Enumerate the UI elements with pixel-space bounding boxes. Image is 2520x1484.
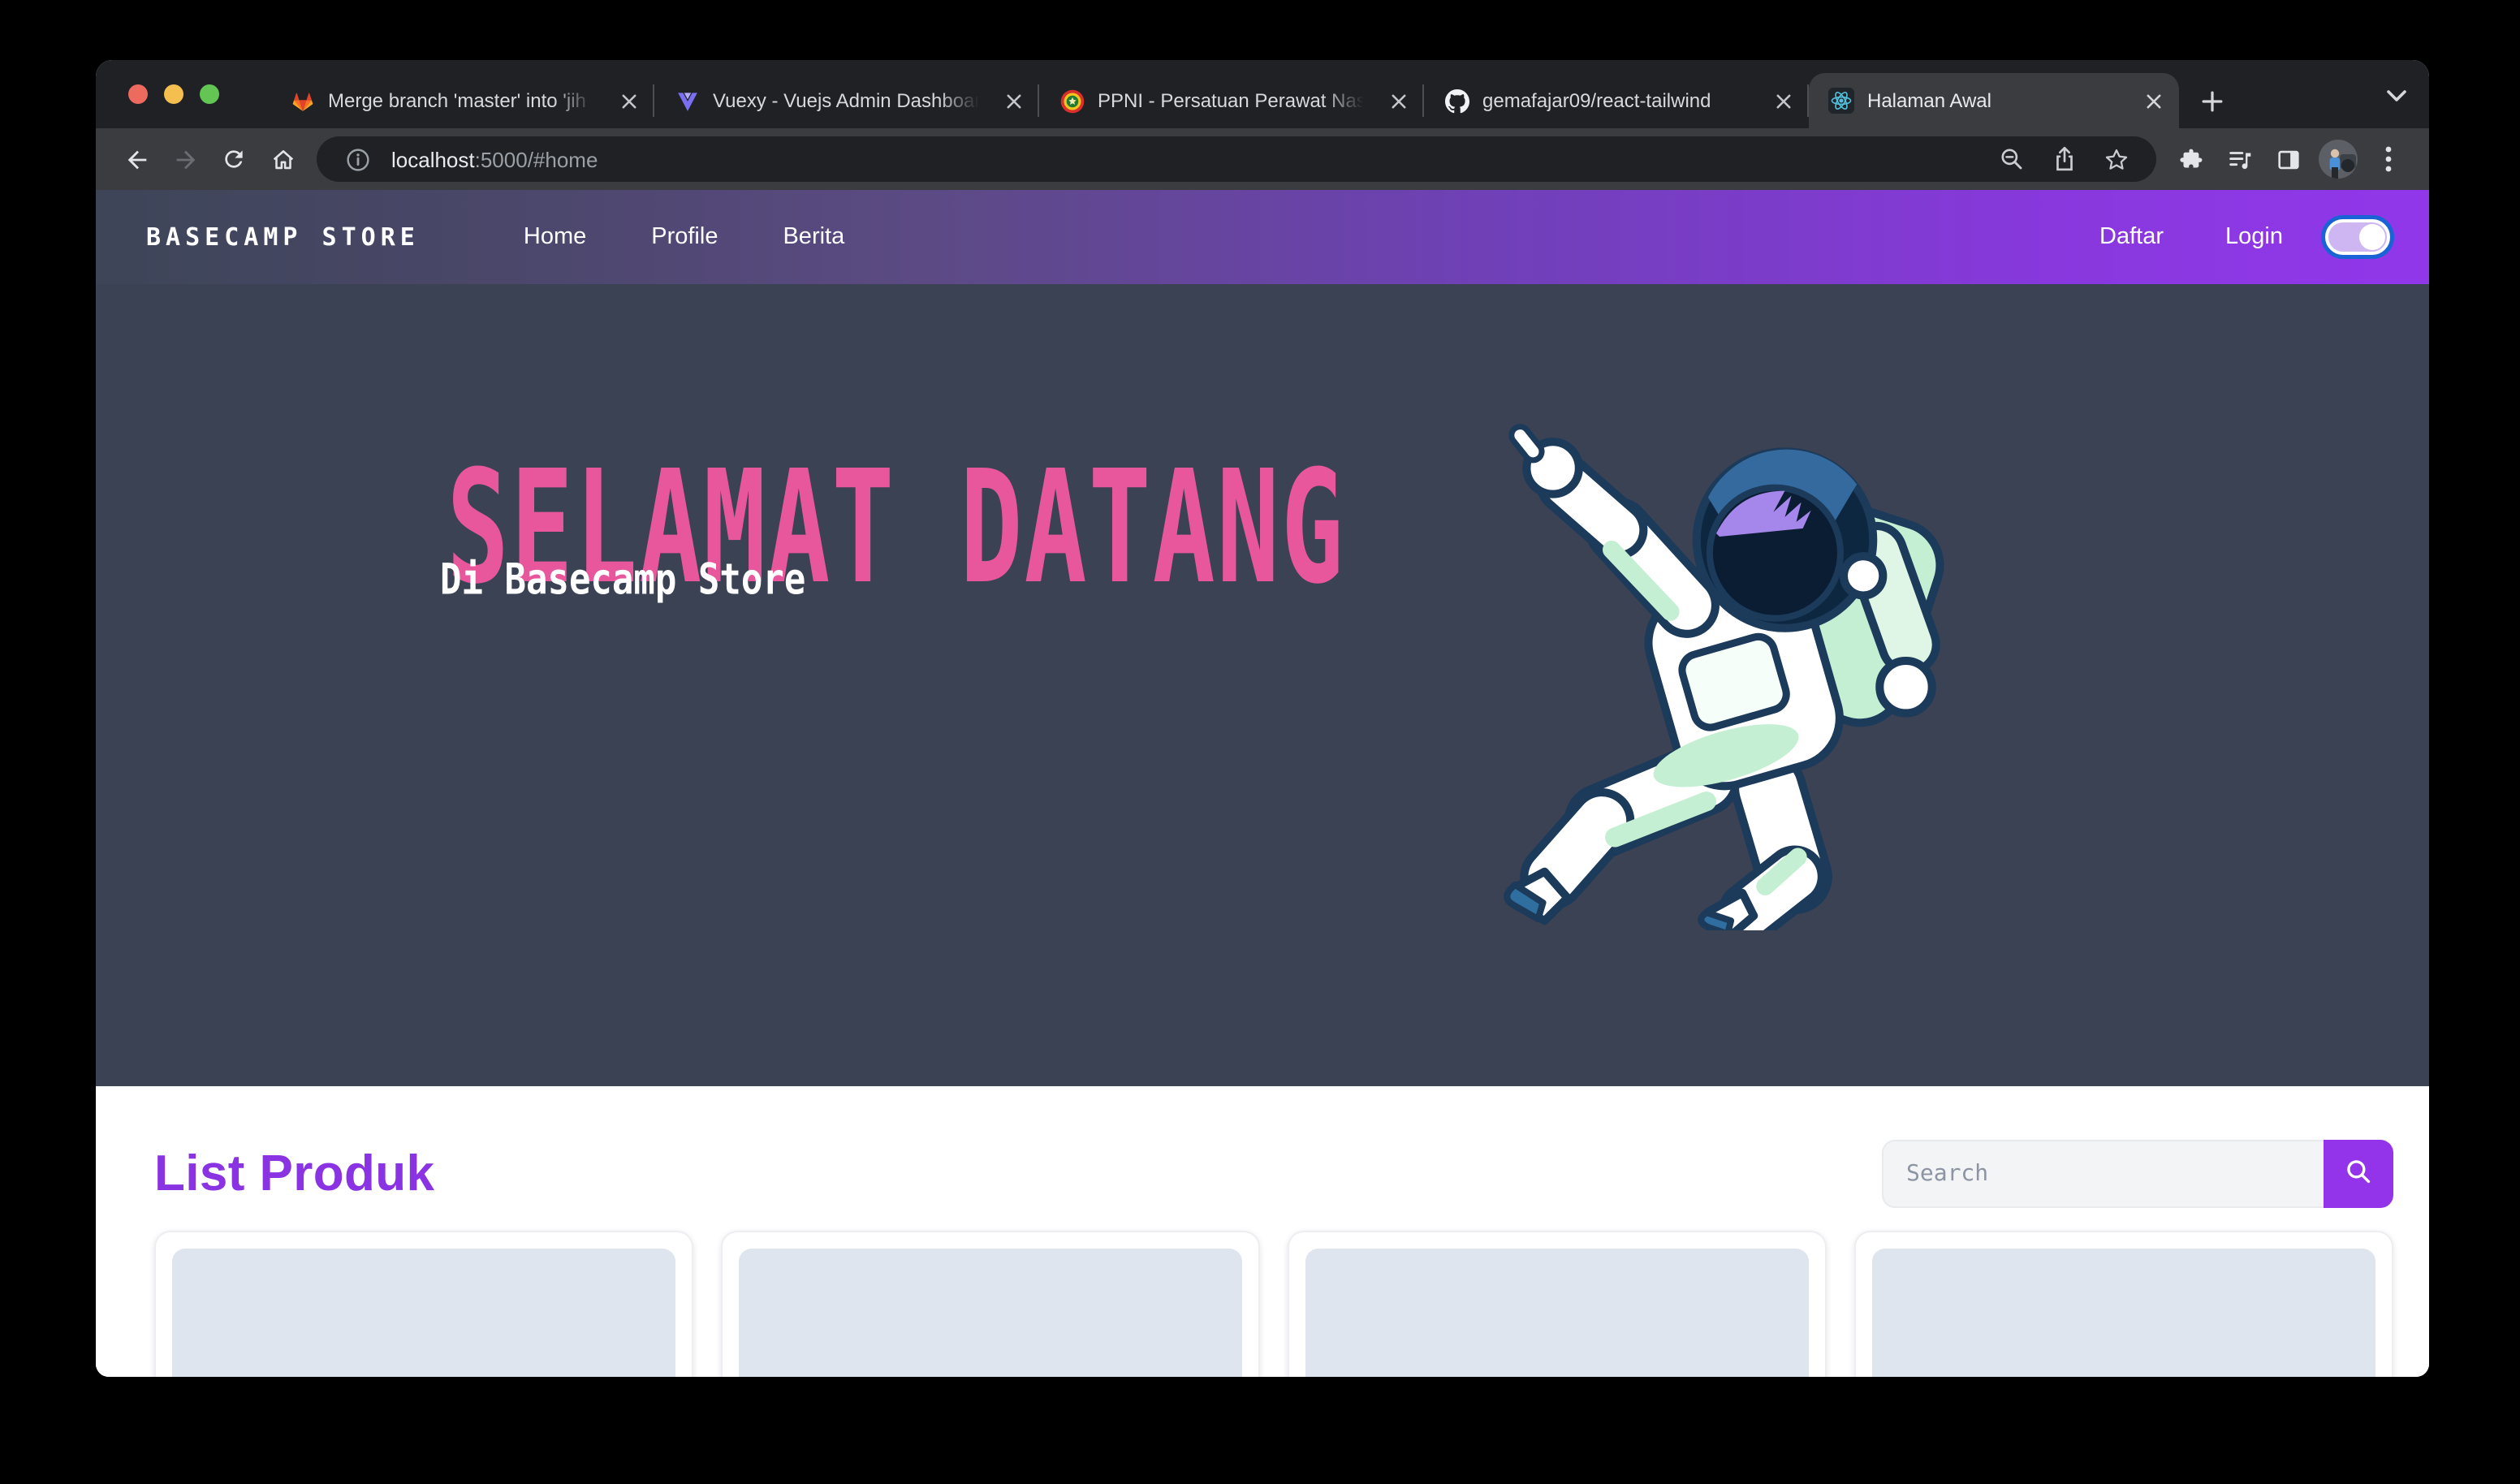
tab-title: Vuexy - Vuejs Admin Dashboard xyxy=(713,89,987,112)
zoom-window-button[interactable] xyxy=(200,84,219,104)
nav-link-daftar[interactable]: Daftar xyxy=(2099,224,2164,250)
ppni-icon xyxy=(1059,88,1085,114)
product-card-list xyxy=(154,1231,2393,1377)
url-bar[interactable]: localhost:5000/#home xyxy=(317,136,2156,182)
tab-close-icon[interactable] xyxy=(1770,88,1796,114)
screen: Merge branch 'master' into 'jih Vuexy - … xyxy=(0,0,2520,1484)
url-host: localhost xyxy=(391,147,475,171)
url-text: localhost:5000/#home xyxy=(391,147,598,171)
product-card[interactable] xyxy=(154,1231,693,1377)
product-image-placeholder xyxy=(1305,1249,1809,1377)
profile-avatar[interactable] xyxy=(2319,140,2358,179)
nav-link-login[interactable]: Login xyxy=(2225,224,2283,250)
nav-link-home[interactable]: Home xyxy=(524,224,586,250)
astronaut-illustration xyxy=(1478,388,1968,930)
share-icon[interactable] xyxy=(2046,141,2082,177)
gitlab-icon xyxy=(289,88,315,114)
github-icon xyxy=(1443,88,1469,114)
product-card[interactable] xyxy=(721,1231,1260,1377)
products-section: List Produk xyxy=(96,1086,2429,1377)
product-image-placeholder xyxy=(1872,1249,2375,1377)
menu-dots-icon[interactable] xyxy=(2364,135,2413,183)
tab-close-icon[interactable] xyxy=(2140,88,2166,114)
tab-close-icon[interactable] xyxy=(1385,88,1411,114)
home-icon[interactable] xyxy=(258,135,307,183)
search-button[interactable] xyxy=(2324,1140,2393,1208)
new-tab-plus-icon[interactable] xyxy=(2189,78,2234,123)
media-controls-icon[interactable] xyxy=(2215,135,2263,183)
tab-close-icon[interactable] xyxy=(615,88,641,114)
tab-strip: Merge branch 'master' into 'jih Vuexy - … xyxy=(96,60,2429,128)
search-box xyxy=(1882,1140,2393,1208)
product-image-placeholder xyxy=(739,1249,1242,1377)
tab-title: gemafajar09/react-tailwind xyxy=(1482,89,1757,112)
site-navbar: BASECAMP STORE Home Profile Berita Dafta… xyxy=(96,190,2429,284)
nav-link-berita[interactable]: Berita xyxy=(783,224,844,250)
minimize-window-button[interactable] xyxy=(164,84,183,104)
product-card[interactable] xyxy=(1288,1231,1827,1377)
reload-icon[interactable] xyxy=(209,135,258,183)
browser-toolbar: localhost:5000/#home xyxy=(96,128,2429,190)
close-window-button[interactable] xyxy=(128,84,148,104)
url-rest: :5000/#home xyxy=(475,147,598,171)
window-controls xyxy=(96,60,245,128)
hero-subtitle: Di Basecamp Store xyxy=(440,557,805,606)
tab-search-chevron-icon[interactable] xyxy=(2380,80,2413,112)
nav-actions: Daftar Login xyxy=(2099,224,2283,250)
back-icon[interactable] xyxy=(112,135,161,183)
product-card[interactable] xyxy=(1854,1231,2393,1377)
info-icon[interactable] xyxy=(339,141,375,177)
search-icon xyxy=(2345,1158,2372,1190)
nav-links: Home Profile Berita xyxy=(524,224,844,250)
browser-window: Merge branch 'master' into 'jih Vuexy - … xyxy=(96,60,2429,1377)
hero-section: SELAMAT DATANG Di Basecamp Store xyxy=(96,284,2429,1086)
zoom-out-icon[interactable] xyxy=(1994,141,2030,177)
web-page: BASECAMP STORE Home Profile Berita Dafta… xyxy=(96,190,2429,1377)
toggle-knob xyxy=(2359,224,2385,250)
extensions-puzzle-icon[interactable] xyxy=(2166,135,2215,183)
tab-github[interactable]: gemafajar09/react-tailwind xyxy=(1424,73,1809,128)
brand-logo[interactable]: BASECAMP STORE xyxy=(146,222,420,252)
tab-title: PPNI - Persatuan Perawat Nasio xyxy=(1098,89,1372,112)
search-input[interactable] xyxy=(1882,1140,2324,1208)
forward-icon[interactable] xyxy=(161,135,209,183)
vuexy-icon xyxy=(674,88,700,114)
tab-title: Merge branch 'master' into 'jih xyxy=(328,89,602,112)
tab-vuexy[interactable]: Vuexy - Vuejs Admin Dashboard xyxy=(654,73,1039,128)
nav-link-profile[interactable]: Profile xyxy=(651,224,718,250)
product-image-placeholder xyxy=(172,1249,675,1377)
sidebar-icon[interactable] xyxy=(2263,135,2312,183)
tab-close-icon[interactable] xyxy=(1000,88,1026,114)
tab-ppni[interactable]: PPNI - Persatuan Perawat Nasio xyxy=(1039,73,1424,128)
react-icon xyxy=(1828,88,1854,114)
tab-halaman-awal-active[interactable]: Halaman Awal xyxy=(1809,73,2179,128)
tabs: Merge branch 'master' into 'jih Vuexy - … xyxy=(270,60,2234,128)
bookmark-star-icon[interactable] xyxy=(2098,141,2134,177)
tab-title: Halaman Awal xyxy=(1867,89,2127,112)
theme-toggle[interactable] xyxy=(2325,219,2390,255)
tab-gitlab-merge[interactable]: Merge branch 'master' into 'jih xyxy=(270,73,654,128)
products-heading: List Produk xyxy=(154,1145,434,1203)
